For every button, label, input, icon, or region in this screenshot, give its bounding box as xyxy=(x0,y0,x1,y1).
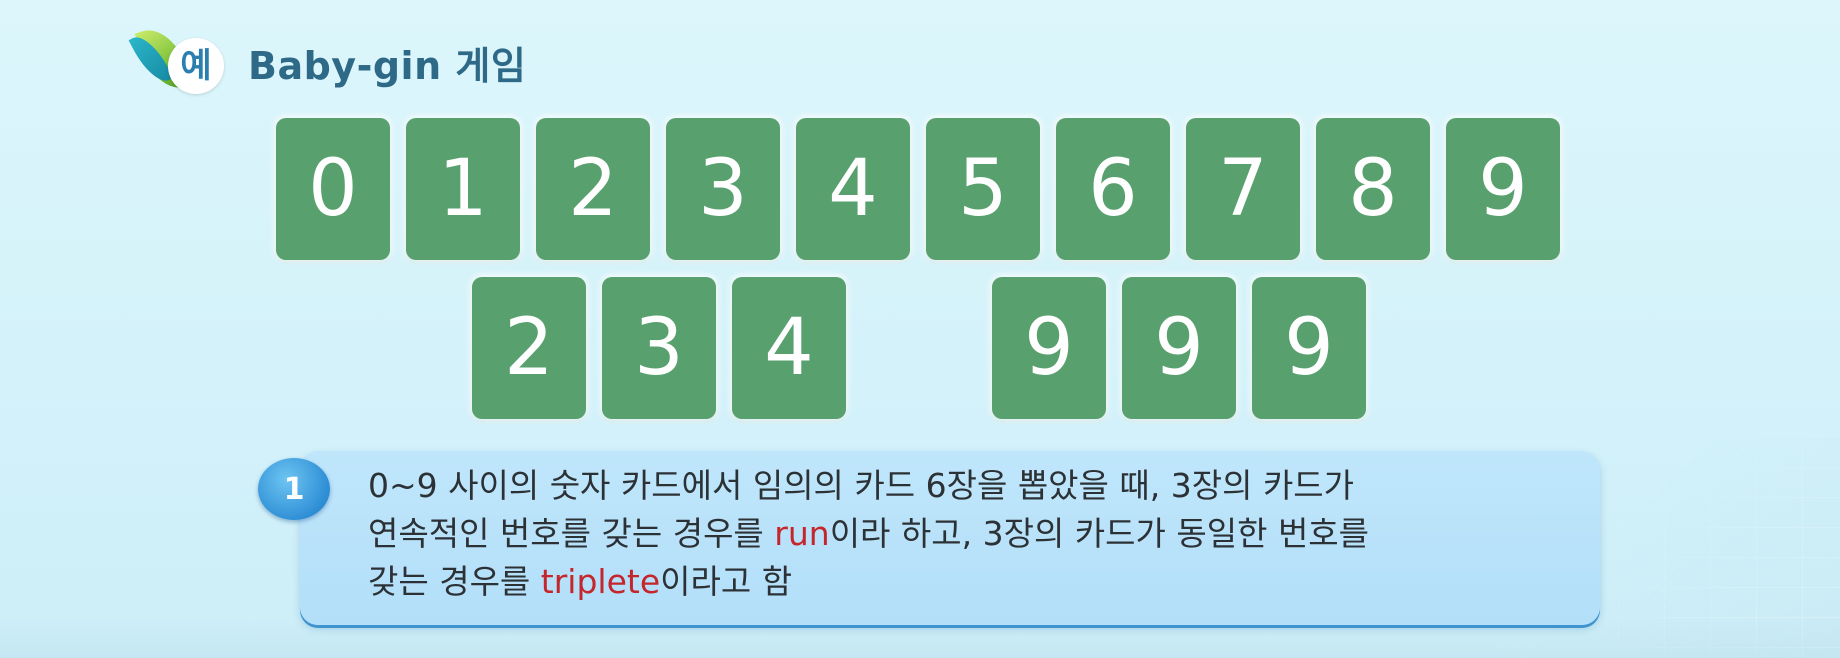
digit-cards-row: 0 1 2 3 4 5 6 7 8 9 xyxy=(276,118,1576,260)
run-card-2: 3 xyxy=(602,277,716,419)
card-8: 8 xyxy=(1316,118,1430,260)
explanation-text: 0~9 사이의 숫자 카드에서 임의의 카드 6장을 뽑았을 때, 3장의 카드… xyxy=(368,462,1568,606)
run-term: run xyxy=(774,514,830,553)
triplete-card-2: 9 xyxy=(1122,277,1236,419)
card-1: 1 xyxy=(406,118,520,260)
example-cards-row: 2 3 4 9 9 9 xyxy=(472,277,1382,419)
note-line-3: 갖는 경우를 triplete이라고 함 xyxy=(368,562,793,601)
card-0: 0 xyxy=(276,118,390,260)
note-number-badge: 1 xyxy=(258,458,330,520)
card-5: 5 xyxy=(926,118,1040,260)
card-3: 3 xyxy=(666,118,780,260)
triplete-card-1: 9 xyxy=(992,277,1106,419)
run-card-3: 4 xyxy=(732,277,846,419)
row-gap xyxy=(862,277,992,419)
note-number: 1 xyxy=(283,471,305,507)
card-4: 4 xyxy=(796,118,910,260)
card-9: 9 xyxy=(1446,118,1560,260)
run-card-1: 2 xyxy=(472,277,586,419)
example-badge: 예 xyxy=(128,21,230,102)
badge-label: 예 xyxy=(180,46,212,86)
header: 예 Baby-gin 게임 xyxy=(128,21,527,102)
page-title: Baby-gin 게임 xyxy=(248,43,527,88)
card-6: 6 xyxy=(1056,118,1170,260)
note-line-1: 0~9 사이의 숫자 카드에서 임의의 카드 6장을 뽑았을 때, 3장의 카드… xyxy=(368,466,1355,505)
badge-circle: 예 xyxy=(168,38,224,94)
card-7: 7 xyxy=(1186,118,1300,260)
triplete-term: triplete xyxy=(540,562,661,601)
triplete-card-3: 9 xyxy=(1252,277,1366,419)
note-line-2: 연속적인 번호를 갖는 경우를 run이라 하고, 3장의 카드가 동일한 번호… xyxy=(368,514,1370,553)
card-2: 2 xyxy=(536,118,650,260)
